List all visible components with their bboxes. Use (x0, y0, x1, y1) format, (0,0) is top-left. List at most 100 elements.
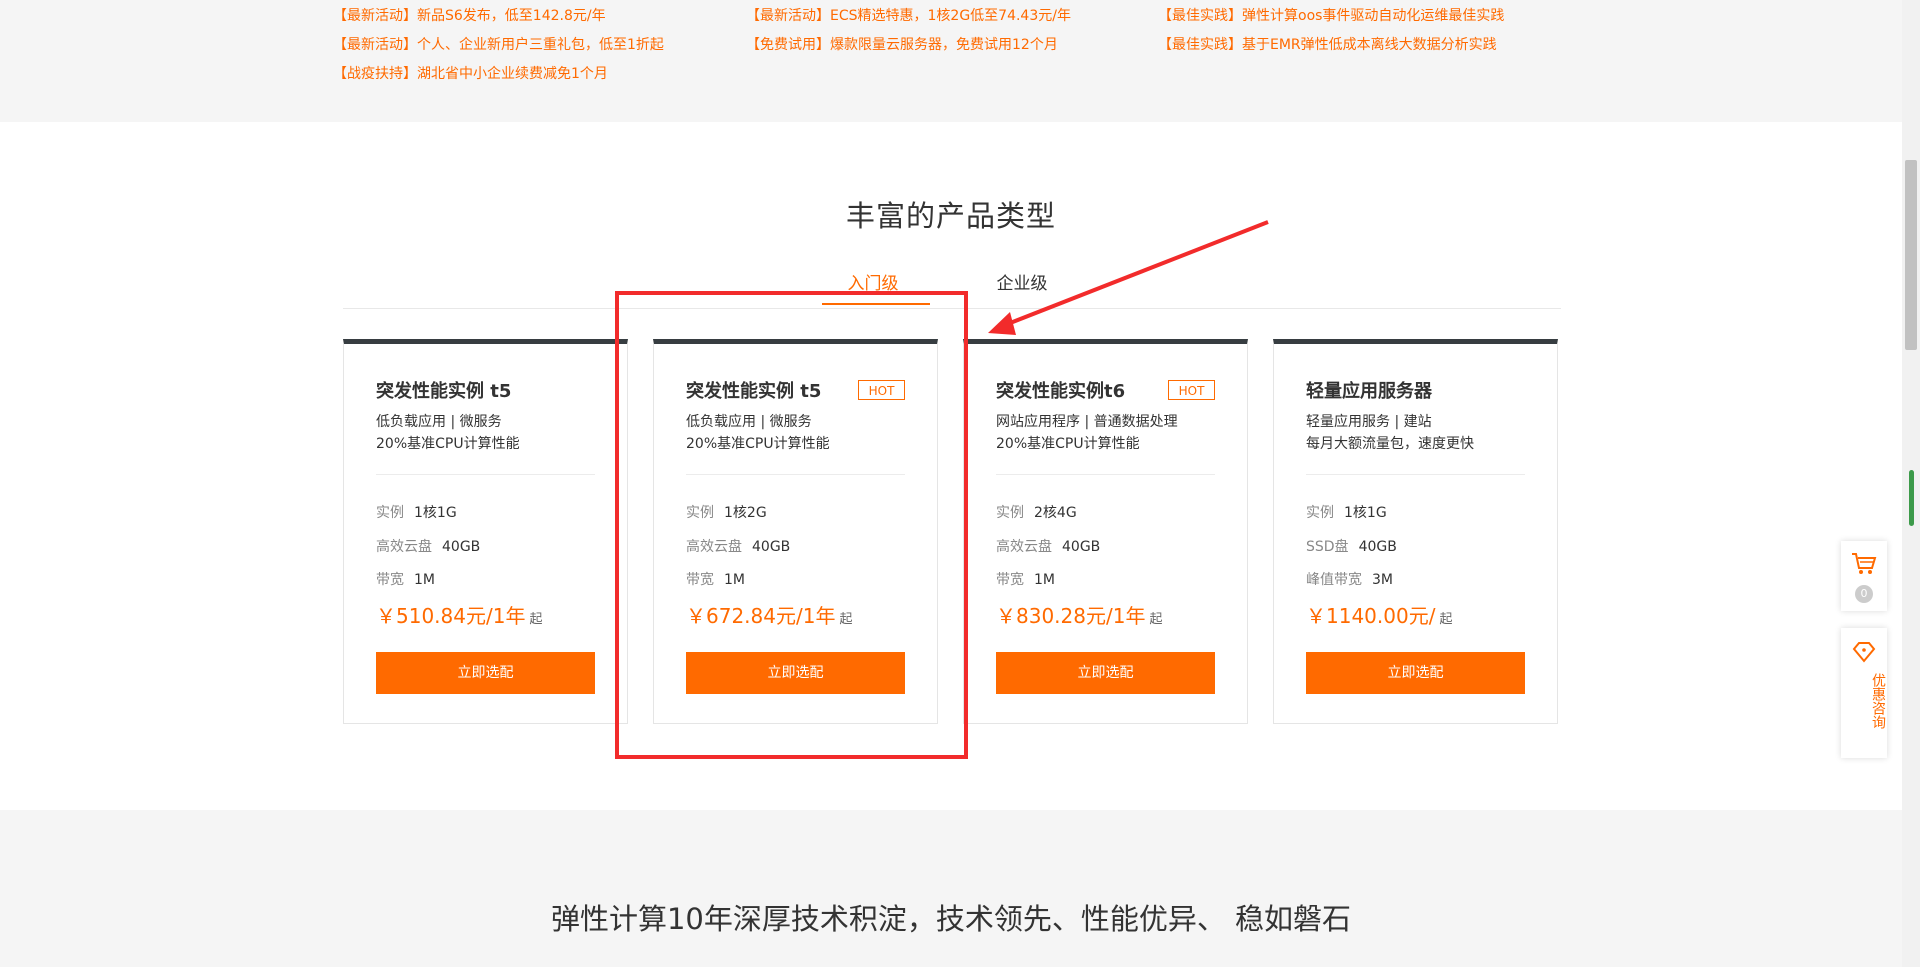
card-description: 低负载应用 | 微服务 20%基准CPU计算性能 (686, 411, 830, 455)
card-title: 轻量应用服务器 (1306, 381, 1432, 402)
spec-value: 2核4G (1034, 505, 1077, 521)
price-suffix: 起 (839, 612, 853, 627)
price: ￥510.84元/1年 (376, 604, 526, 628)
spec-label: SSD盘 (1306, 539, 1349, 555)
card-desc-line: 轻量应用服务 | 建站 (1306, 414, 1432, 430)
card-divider (686, 474, 905, 475)
card-title: 突发性能实例t6 (996, 381, 1126, 402)
spec-value: 40GB (442, 539, 481, 555)
spec-label: 实例 (996, 505, 1024, 521)
card-divider (996, 474, 1215, 475)
card-desc-line: 20%基准CPU计算性能 (686, 436, 830, 452)
spec-row: 实例 2核4G (996, 502, 1077, 522)
price: ￥1140.00元/ (1306, 604, 1436, 628)
spec-label: 高效云盘 (376, 539, 432, 555)
card-desc-line: 20%基准CPU计算性能 (996, 436, 1140, 452)
lower-section-band (0, 810, 1902, 967)
product-card: 突发性能实例 t5 低负载应用 | 微服务 20%基准CPU计算性能 实例 1核1… (343, 339, 628, 724)
spec-row: 实例 1核2G (686, 502, 767, 522)
spec-value: 1核1G (414, 505, 457, 521)
spec-label: 带宽 (996, 572, 1024, 588)
hot-badge: HOT (858, 380, 905, 400)
card-title: 突发性能实例 t5 (686, 381, 822, 402)
shopping-cart-icon (1852, 553, 1877, 574)
price-row: ￥672.84元/1年起 (686, 600, 852, 629)
promo-band: 【最新活动】新品S6发布，低至142.8元/年 【最新活动】个人、企业新用户三重… (0, 0, 1902, 122)
promo-link[interactable]: 【最新活动】个人、企业新用户三重礼包，低至1折起 (333, 31, 664, 60)
card-desc-line: 每月大额流量包，速度更快 (1306, 436, 1474, 452)
spec-label: 实例 (686, 505, 714, 521)
spec-value: 1M (414, 572, 435, 588)
floating-consult[interactable]: 优惠咨询 (1841, 628, 1887, 758)
spec-row: 高效云盘 40GB (996, 536, 1100, 556)
promo-column-2: 【最新活动】ECS精选特惠，1核2G低至74.43元/年 【免费试用】爆款限量云… (746, 2, 1071, 60)
price-suffix: 起 (1149, 612, 1163, 627)
card-description: 网站应用程序 | 普通数据处理 20%基准CPU计算性能 (996, 411, 1178, 455)
price: ￥672.84元/1年 (686, 604, 836, 628)
card-description: 轻量应用服务 | 建站 每月大额流量包，速度更快 (1306, 411, 1474, 455)
floating-cart[interactable]: 0 (1841, 541, 1887, 611)
card-divider (1306, 474, 1525, 475)
card-desc-line: 低负载应用 | 微服务 (376, 414, 502, 430)
active-tab-underline (822, 303, 930, 305)
lower-section-title: 弹性计算10年深厚技术积淀，技术领先、性能优异、 稳如磐石 (550, 902, 1352, 936)
product-card: 轻量应用服务器 轻量应用服务 | 建站 每月大额流量包，速度更快 实例 1核1G … (1273, 339, 1558, 724)
select-config-button[interactable]: 立即选配 (686, 652, 905, 694)
spec-label: 实例 (376, 505, 404, 521)
spec-label: 实例 (1306, 505, 1334, 521)
spec-label: 带宽 (376, 572, 404, 588)
card-divider (376, 474, 595, 475)
spec-row: 实例 1核1G (376, 502, 457, 522)
card-desc-line: 20%基准CPU计算性能 (376, 436, 520, 452)
hot-badge: HOT (1168, 380, 1215, 400)
promo-link[interactable]: 【最佳实践】弹性计算oos事件驱动自动化运维最佳实践 (1158, 2, 1504, 31)
promo-link[interactable]: 【最新活动】新品S6发布，低至142.8元/年 (333, 2, 664, 31)
promo-link[interactable]: 【战疫扶持】湖北省中小企业续费减免1个月 (333, 60, 664, 89)
price: ￥830.28元/1年 (996, 604, 1146, 628)
spec-value: 40GB (1062, 539, 1101, 555)
product-card: 突发性能实例t6 HOT 网站应用程序 | 普通数据处理 20%基准CPU计算性… (963, 339, 1248, 724)
select-config-button[interactable]: 立即选配 (1306, 652, 1525, 694)
spec-value: 1核2G (724, 505, 767, 521)
product-tabs: 入门级 企业级 (343, 262, 1561, 309)
spec-row: 带宽 1M (376, 569, 435, 589)
spec-row: 带宽 1M (996, 569, 1055, 589)
spec-row: 带宽 1M (686, 569, 745, 589)
promo-column-3: 【最佳实践】弹性计算oos事件驱动自动化运维最佳实践 【最佳实践】基于EMR弹性… (1158, 2, 1504, 60)
spec-value: 1M (724, 572, 745, 588)
consult-label: 优惠咨询 (1870, 673, 1886, 729)
price-row: ￥510.84元/1年起 (376, 600, 542, 629)
card-title: 突发性能实例 t5 (376, 381, 512, 402)
card-desc-line: 网站应用程序 | 普通数据处理 (996, 414, 1178, 430)
spec-row: 实例 1核1G (1306, 502, 1387, 522)
promo-link[interactable]: 【免费试用】爆款限量云服务器，免费试用12个月 (746, 31, 1071, 60)
product-card: 突发性能实例 t5 HOT 低负载应用 | 微服务 20%基准CPU计算性能 实… (653, 339, 938, 724)
spec-value: 40GB (752, 539, 791, 555)
price-suffix: 起 (529, 612, 543, 627)
select-config-button[interactable]: 立即选配 (376, 652, 595, 694)
price-row: ￥830.28元/1年起 (996, 600, 1162, 629)
spec-value: 40GB (1358, 539, 1397, 555)
spec-label: 带宽 (686, 572, 714, 588)
spec-label: 峰值带宽 (1306, 572, 1362, 588)
promo-link[interactable]: 【最佳实践】基于EMR弹性低成本离线大数据分析实践 (1158, 31, 1504, 60)
cart-count-badge: 0 (1855, 585, 1873, 603)
spec-row: 峰值带宽 3M (1306, 569, 1393, 589)
select-config-button[interactable]: 立即选配 (996, 652, 1215, 694)
spec-value: 3M (1372, 572, 1393, 588)
consult-icon (1852, 642, 1876, 663)
scroll-position-indicator (1909, 470, 1914, 526)
section-title: 丰富的产品类型 (845, 199, 1056, 233)
spec-row: 高效云盘 40GB (376, 536, 480, 556)
tab-enterprise-level[interactable]: 企业级 (992, 270, 1052, 308)
card-description: 低负载应用 | 微服务 20%基准CPU计算性能 (376, 411, 520, 455)
spec-label: 高效云盘 (996, 539, 1052, 555)
price-suffix: 起 (1439, 612, 1453, 627)
spec-row: 高效云盘 40GB (686, 536, 790, 556)
spec-value: 1核1G (1344, 505, 1387, 521)
card-desc-line: 低负载应用 | 微服务 (686, 414, 812, 430)
price-row: ￥1140.00元/起 (1306, 600, 1452, 629)
promo-column-1: 【最新活动】新品S6发布，低至142.8元/年 【最新活动】个人、企业新用户三重… (333, 2, 664, 89)
promo-link[interactable]: 【最新活动】ECS精选特惠，1核2G低至74.43元/年 (746, 2, 1071, 31)
scrollbar-thumb[interactable] (1905, 160, 1917, 350)
